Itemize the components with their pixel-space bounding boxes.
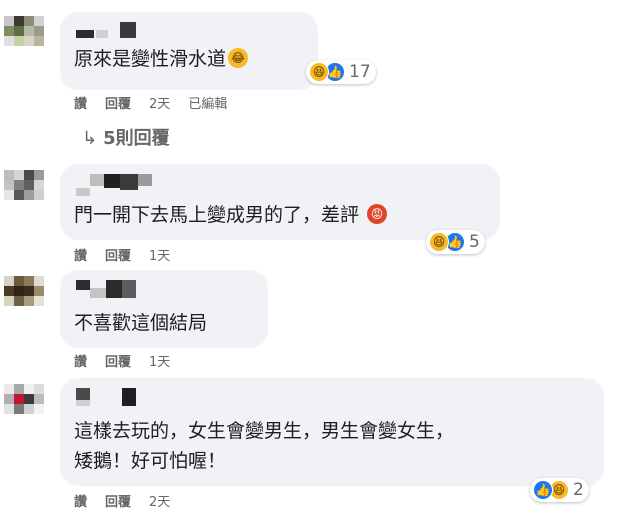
comment-text: 原來是變性滑水道 😂: [74, 44, 249, 74]
reaction-count: 5: [469, 232, 480, 252]
like-link[interactable]: 讚: [74, 491, 87, 510]
comment-actions: 讚 回覆 1天: [74, 351, 188, 370]
comment-text: 不喜歡這個結局: [74, 312, 208, 334]
reply-link[interactable]: 回覆: [105, 491, 131, 510]
comment-bubble: 原來是變性滑水道 😂: [60, 12, 318, 90]
avatar[interactable]: [4, 384, 44, 424]
rofl-emoji-icon: 😂: [228, 47, 249, 68]
comment-actions: 讚 回覆 2天: [74, 491, 188, 510]
edited-label: 已編輯: [188, 97, 228, 112]
comment-bubble: 不喜歡這個結局: [60, 270, 268, 348]
reaction-summary[interactable]: 😆 👍 5: [426, 230, 485, 254]
comment-bubble: 門一開下去馬上變成男的了，差評 😡: [60, 164, 500, 240]
like-link[interactable]: 讚: [74, 93, 87, 112]
comment-actions: 讚 回覆 1天: [74, 245, 188, 264]
reply-link[interactable]: 回覆: [105, 351, 131, 370]
haha-reaction-icon: 😆: [309, 62, 329, 82]
comment-text: 這樣去玩的，女生會變男生，男生會變女生， 矮鵝！好可怕喔！: [74, 420, 455, 472]
reply-link[interactable]: 回覆: [105, 245, 131, 264]
avatar[interactable]: [4, 16, 44, 56]
reaction-count: 17: [349, 62, 371, 82]
reaction-count: 2: [573, 480, 584, 500]
avatar[interactable]: [4, 170, 44, 210]
comment-actions: 讚 回覆 2天 已編輯: [74, 93, 245, 112]
reply-link[interactable]: 回覆: [105, 93, 131, 112]
timestamp[interactable]: 1天: [149, 351, 170, 370]
haha-reaction-icon: 😆: [429, 232, 449, 252]
like-reaction-icon: 👍: [533, 480, 553, 500]
angry-emoji-icon: 😡: [367, 203, 388, 224]
reply-arrow-icon: ↳: [82, 128, 98, 149]
timestamp[interactable]: 1天: [149, 245, 170, 264]
reaction-summary[interactable]: 👍 😆 2: [530, 478, 589, 502]
avatar[interactable]: [4, 276, 44, 316]
comment-text: 門一開下去馬上變成男的了，差評 😡: [74, 200, 388, 230]
reaction-summary[interactable]: 😆 👍 17: [306, 60, 376, 84]
like-link[interactable]: 讚: [74, 351, 87, 370]
like-link[interactable]: 讚: [74, 245, 87, 264]
timestamp[interactable]: 2天: [149, 491, 170, 510]
view-replies-link[interactable]: ↳ 5則回覆: [82, 124, 170, 150]
timestamp[interactable]: 2天: [149, 93, 170, 112]
comment-bubble: 這樣去玩的，女生會變男生，男生會變女生， 矮鵝！好可怕喔！: [60, 378, 604, 486]
